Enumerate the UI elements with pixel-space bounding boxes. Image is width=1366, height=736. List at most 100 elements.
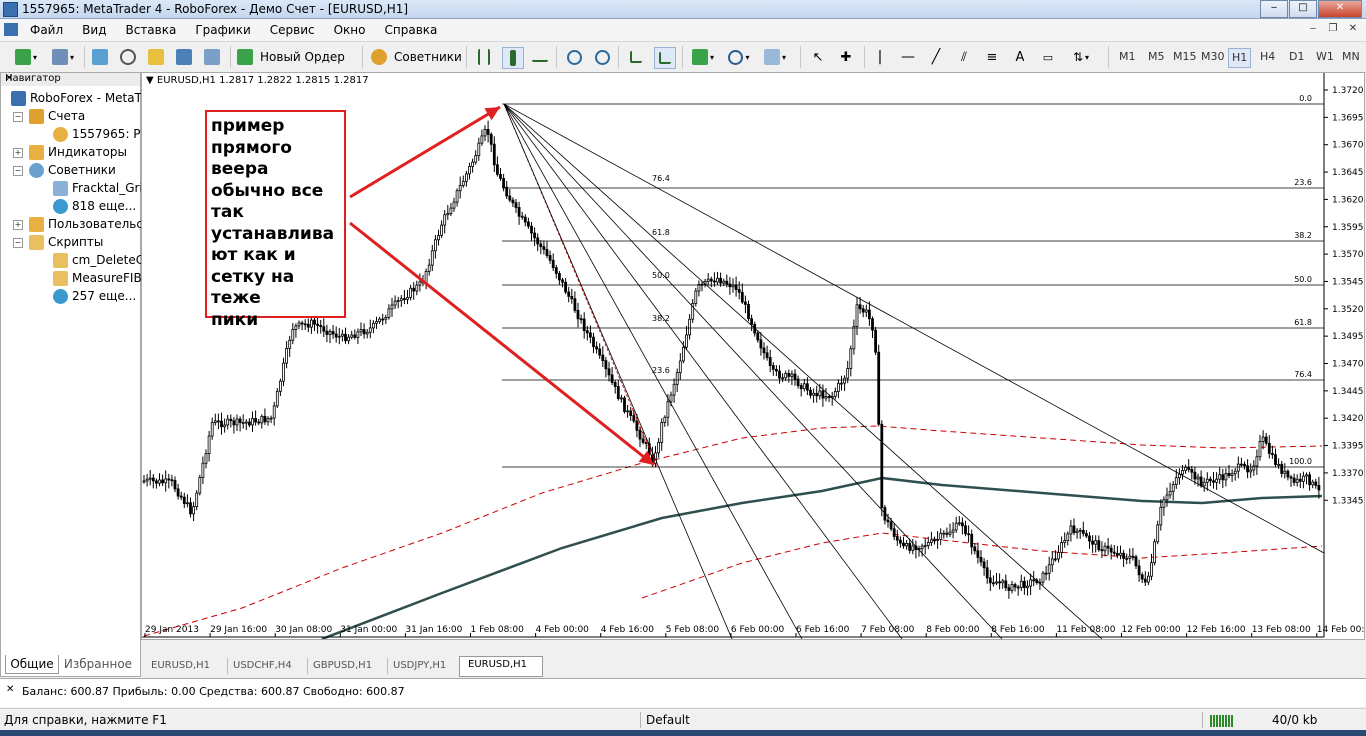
chart-tab-usdjpy-h1[interactable]: USDJPY,H1 xyxy=(387,658,466,674)
maximize-button[interactable]: □ xyxy=(1289,0,1317,18)
new-chart-button[interactable]: ▾ xyxy=(8,47,44,67)
timeframe-h4[interactable]: H4 xyxy=(1260,50,1275,63)
bar-chart-button[interactable] xyxy=(474,47,494,67)
equidistant-channel-button[interactable]: ⫽ xyxy=(954,47,974,67)
menu-charts[interactable]: Графики xyxy=(195,23,250,37)
timeframe-m5[interactable]: M5 xyxy=(1148,50,1165,63)
tree-item-more-experts[interactable]: 818 еще... xyxy=(53,197,136,215)
navigator-close-icon[interactable]: ✕ xyxy=(5,73,135,84)
tree-item-account[interactable]: 1557965: PE xyxy=(53,125,148,143)
candle-body xyxy=(223,424,226,428)
data-window-button[interactable] xyxy=(118,47,138,67)
text-label-button[interactable]: ▭ xyxy=(1038,47,1058,67)
close-button[interactable]: ✕ xyxy=(1318,0,1362,18)
candle-body xyxy=(1233,470,1237,475)
title-bar: 1557965: MetaTrader 4 - RoboForex - Демо… xyxy=(0,0,1366,19)
market-watch-button[interactable] xyxy=(90,47,110,67)
expand-icon[interactable]: + xyxy=(13,220,23,230)
candle-body xyxy=(1224,472,1228,481)
price-tick-label: 1.3570 xyxy=(1332,250,1364,260)
chart-tab-usdchf-h4[interactable]: USDCHF,H4 xyxy=(227,658,308,674)
expert-advisors-icon xyxy=(371,49,387,65)
templates-button[interactable]: ▾ xyxy=(760,47,790,67)
crosshair-tool-button[interactable]: ✚ xyxy=(836,47,856,67)
candle-body xyxy=(1171,484,1175,492)
strategy-tester-button[interactable] xyxy=(202,47,222,67)
zoom-out-button[interactable] xyxy=(592,47,612,67)
indicators-list-button[interactable]: ▾ xyxy=(688,47,718,67)
candle-body xyxy=(1184,466,1187,471)
menu-file[interactable]: Файл xyxy=(30,23,63,37)
tree-item-script[interactable]: MeasureFIB xyxy=(53,269,142,287)
candle-body xyxy=(592,336,595,348)
menu-help[interactable]: Справка xyxy=(385,23,438,37)
chart-tab-eurusd-h1-active[interactable]: EURUSD,H1 xyxy=(459,656,543,677)
chart-shift-button[interactable] xyxy=(654,47,676,69)
collapse-icon[interactable]: − xyxy=(13,238,23,248)
tree-item-more-scripts[interactable]: 257 еще... xyxy=(53,287,136,305)
tab-favorites[interactable]: Избранное xyxy=(63,655,133,673)
tree-item-expert[interactable]: Fracktal_Gri xyxy=(53,179,143,197)
tree-item-script[interactable]: cm_DeleteC xyxy=(53,251,144,269)
fan-label: 50.0 xyxy=(652,271,670,280)
collapse-icon[interactable]: − xyxy=(13,166,23,176)
mdi-restore-button[interactable]: ❐ xyxy=(1326,23,1340,35)
timeframe-d1[interactable]: D1 xyxy=(1289,50,1304,63)
timeframe-m15[interactable]: M15 xyxy=(1173,50,1197,63)
chart-tab-eurusd-h1[interactable]: EURUSD,H1 xyxy=(145,658,228,674)
timeframe-m30[interactable]: M30 xyxy=(1201,50,1225,63)
expert-advisors-icon-wrap[interactable] xyxy=(370,47,388,67)
candle-body xyxy=(368,327,372,333)
tree-item-indicators[interactable]: Индикаторы xyxy=(29,143,127,161)
main-toolbar: ▾ ▾ Новый Ордер Советники ▾ ▾ ▾ ↖ ✚ | — … xyxy=(0,42,1366,73)
vertical-line-button[interactable]: | xyxy=(870,47,890,67)
menu-insert[interactable]: Вставка xyxy=(125,23,176,37)
tab-common[interactable]: Общие xyxy=(5,655,59,674)
time-tick-label: 4 Feb 16:00 xyxy=(601,625,655,635)
candle-body xyxy=(1081,529,1085,534)
menu-view[interactable]: Вид xyxy=(82,23,106,37)
horizontal-line-button[interactable]: — xyxy=(898,47,918,67)
timeframe-m1[interactable]: M1 xyxy=(1119,50,1136,63)
arrows-button[interactable]: ⇅ ▾ xyxy=(1066,47,1096,67)
periods-button[interactable]: ▾ xyxy=(724,47,754,67)
fibonacci-button[interactable]: ≡ xyxy=(982,47,1002,67)
text-tool-button[interactable]: A xyxy=(1010,47,1030,67)
tree-item-scripts[interactable]: Скрипты xyxy=(29,233,103,251)
mdi-minimize-button[interactable]: ‒ xyxy=(1306,23,1320,35)
tree-item-experts[interactable]: Советники xyxy=(29,161,116,179)
new-order-icon-wrap[interactable] xyxy=(236,47,254,67)
timeframe-w1[interactable]: W1 xyxy=(1316,50,1334,63)
auto-scroll-button[interactable] xyxy=(626,47,646,67)
new-order-button[interactable]: Новый Ордер xyxy=(260,50,345,64)
terminal-close-icon[interactable]: ✕ xyxy=(6,684,14,695)
candle-body xyxy=(415,284,419,292)
line-chart-button[interactable] xyxy=(530,47,550,67)
callout-line: так xyxy=(211,202,244,222)
timeframe-mn[interactable]: MN xyxy=(1342,50,1360,63)
chart-tab-gbpusd-h1[interactable]: GBPUSD,H1 xyxy=(307,658,388,674)
timeframe-h1[interactable]: H1 xyxy=(1228,48,1252,68)
status-profile: Default xyxy=(646,713,690,727)
profiles-button[interactable]: ▾ xyxy=(48,47,78,67)
candle-body xyxy=(254,418,257,423)
collapse-icon[interactable]: − xyxy=(13,112,23,122)
zoom-in-button[interactable] xyxy=(564,47,584,67)
expert-advisors-button[interactable]: Советники xyxy=(394,50,462,64)
menu-tools[interactable]: Сервис xyxy=(270,23,315,37)
tree-item-custom-indicators[interactable]: Пользовательс xyxy=(29,215,143,233)
candlestick-button[interactable] xyxy=(502,47,524,69)
mdi-close-button[interactable]: ✕ xyxy=(1346,23,1360,35)
candle-body xyxy=(455,190,459,203)
tree-item-accounts[interactable]: Счета xyxy=(29,107,85,125)
candle-body xyxy=(1227,472,1231,476)
navigator-button[interactable] xyxy=(146,47,166,67)
tree-item-terminal[interactable]: RoboForex - MetaTr xyxy=(11,89,145,107)
minimize-button[interactable]: ‒ xyxy=(1260,0,1288,18)
cursor-button[interactable]: ↖ xyxy=(808,47,828,67)
terminal-button[interactable] xyxy=(174,47,194,67)
trendline-button[interactable]: ╱ xyxy=(926,47,946,67)
candle-body xyxy=(235,418,239,426)
menu-window[interactable]: Окно xyxy=(334,23,366,37)
expand-icon[interactable]: + xyxy=(13,148,23,158)
